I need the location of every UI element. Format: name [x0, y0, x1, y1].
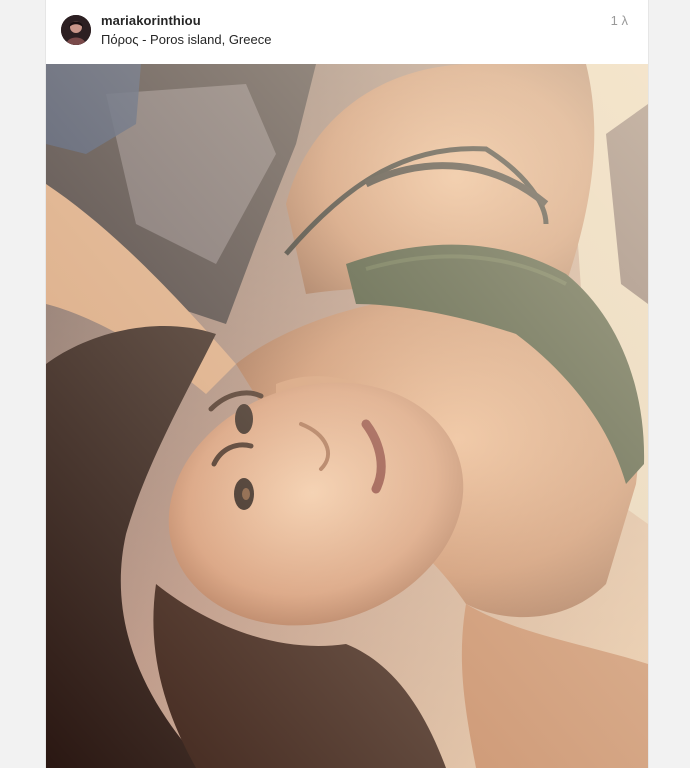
instagram-post: mariakorinthiou Πόρος - Poros island, Gr… [45, 0, 649, 768]
selfie-photo-image [46, 64, 648, 768]
post-photo[interactable] [46, 64, 648, 768]
post-timestamp[interactable]: 1 λ [611, 13, 628, 28]
location-link[interactable]: Πόρος - Poros island, Greece [101, 32, 271, 47]
username-link[interactable]: mariakorinthiou [101, 13, 201, 28]
post-header: mariakorinthiou Πόρος - Poros island, Gr… [46, 0, 648, 64]
avatar[interactable] [61, 15, 91, 45]
profile-avatar-icon [61, 15, 91, 45]
